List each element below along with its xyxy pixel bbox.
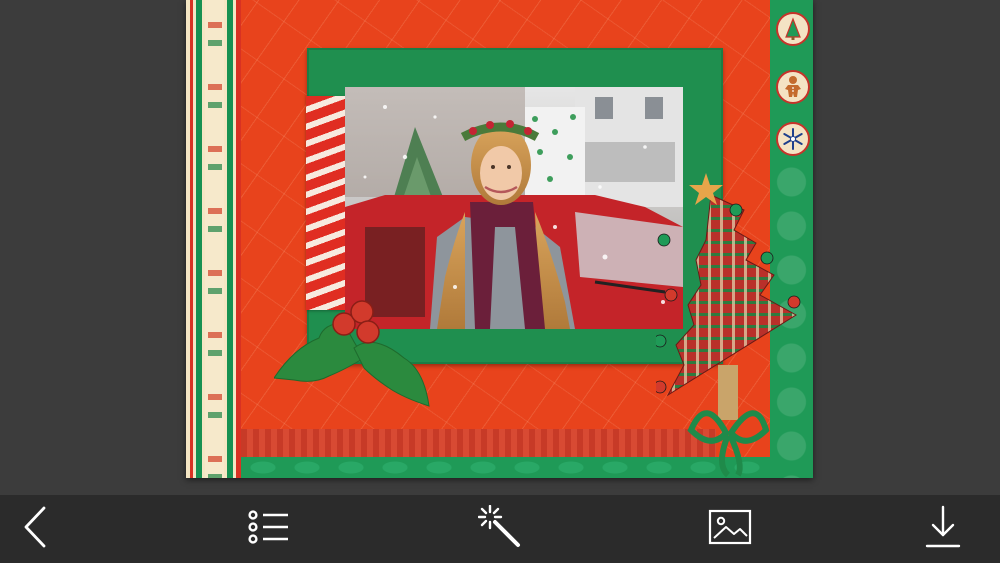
- back-chevron-icon: [20, 505, 50, 553]
- christmas-frame-card[interactable]: [186, 0, 813, 478]
- magic-wand-icon: [477, 504, 522, 553]
- decorative-left-strip: [186, 0, 241, 478]
- plaid-christmas-tree-sticker: [653, 165, 813, 478]
- gingerbread-man-icon: [776, 70, 810, 104]
- holly-leaves-sticker: [273, 298, 434, 410]
- christmas-tree-ornament-icon: [776, 12, 810, 46]
- download-icon: [923, 505, 963, 553]
- user-photo[interactable]: [345, 87, 683, 329]
- save-download-button[interactable]: download-icon: [921, 505, 965, 553]
- change-photo-button[interactable]: image-icon: [708, 507, 752, 551]
- effects-button[interactable]: magic-wand-icon: [477, 504, 522, 553]
- candy-stripe-ribbon: [306, 96, 346, 310]
- bottom-ribbon-band: [241, 429, 716, 457]
- editor-canvas-area: [0, 0, 1000, 495]
- frame-list-button[interactable]: list-icon: [246, 507, 290, 551]
- list-icon: [246, 507, 290, 551]
- image-icon: [708, 509, 752, 549]
- back-button[interactable]: back-chevron-icon: [13, 505, 57, 553]
- bottom-toolbar: back-chevron-icon list-icon: [0, 495, 1000, 563]
- snowflake-icon: [776, 122, 810, 156]
